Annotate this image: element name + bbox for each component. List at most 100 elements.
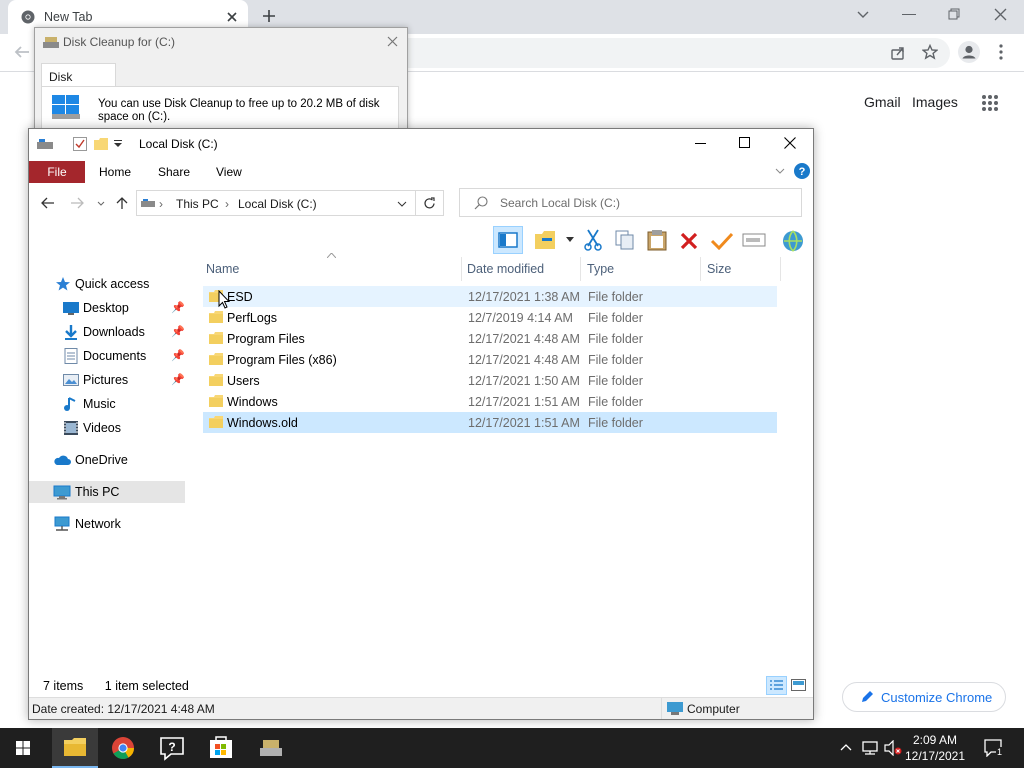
new-folder-qat-icon[interactable] bbox=[94, 137, 108, 151]
close-window-icon[interactable] bbox=[994, 8, 1007, 21]
ribbon-expand-icon[interactable] bbox=[775, 168, 785, 174]
nav-item-downloads[interactable]: Downloads 📌 bbox=[29, 321, 185, 343]
rename-check-icon[interactable] bbox=[710, 232, 734, 250]
sort-up-icon bbox=[327, 253, 336, 258]
notification-count: 1 bbox=[996, 747, 1004, 757]
nav-item-onedrive[interactable]: OneDrive bbox=[29, 449, 185, 471]
show-hidden-icons[interactable] bbox=[840, 743, 852, 751]
close-tab-icon[interactable] bbox=[226, 11, 238, 23]
file-explorer-window[interactable]: Local Disk (C:) File Home Share View ? ›… bbox=[28, 128, 814, 720]
column-header-date[interactable]: Date modified bbox=[467, 262, 544, 276]
pencil-icon bbox=[860, 690, 874, 704]
nav-back-icon[interactable] bbox=[41, 197, 55, 209]
taskbar-chrome[interactable] bbox=[100, 728, 146, 768]
nav-forward-icon[interactable] bbox=[70, 197, 84, 209]
notification-center-icon[interactable]: 1 bbox=[984, 739, 1004, 757]
taskbar-clock[interactable]: 2:09 AM 12/17/2021 bbox=[904, 732, 966, 764]
preview-pane-icon[interactable] bbox=[493, 226, 523, 254]
nav-item-videos[interactable]: Videos bbox=[29, 417, 185, 439]
column-divider[interactable] bbox=[580, 257, 581, 281]
column-divider[interactable] bbox=[700, 257, 701, 281]
table-row[interactable]: ESD 12/17/2021 1:38 AM File folder bbox=[203, 286, 777, 307]
bookmark-star-icon[interactable] bbox=[922, 44, 938, 60]
ribbon-tab-file[interactable]: File bbox=[29, 161, 85, 183]
volume-muted-icon[interactable] bbox=[884, 740, 902, 756]
nav-item-desktop[interactable]: Desktop 📌 bbox=[29, 297, 185, 319]
cut-icon[interactable] bbox=[584, 229, 602, 251]
nav-item-quick-access[interactable]: Quick access bbox=[29, 273, 185, 295]
nav-item-this-pc[interactable]: This PC bbox=[29, 481, 185, 503]
share-icon[interactable] bbox=[890, 45, 906, 61]
start-button[interactable] bbox=[0, 728, 46, 768]
ribbon-tab-view[interactable]: View bbox=[216, 165, 242, 179]
properties-icon[interactable] bbox=[534, 230, 556, 250]
customize-chrome-button[interactable]: Customize Chrome bbox=[842, 682, 1006, 712]
customize-chrome-label: Customize Chrome bbox=[881, 690, 993, 705]
large-icons-view-icon[interactable] bbox=[791, 678, 806, 692]
address-dropdown-icon[interactable] bbox=[397, 201, 407, 207]
column-header-name[interactable]: Name bbox=[206, 262, 239, 276]
copy-icon[interactable] bbox=[615, 230, 635, 250]
desktop-icon bbox=[63, 300, 79, 316]
details-view-icon[interactable] bbox=[766, 676, 787, 695]
file-date: 12/17/2021 1:51 AM bbox=[468, 395, 580, 409]
status-bar: 7 items 1 item selected bbox=[43, 679, 189, 693]
file-type: File folder bbox=[588, 311, 643, 325]
taskbar-disk-cleanup[interactable] bbox=[248, 728, 294, 768]
new-tab-icon[interactable] bbox=[262, 9, 276, 23]
delete-icon[interactable] bbox=[680, 232, 698, 250]
taskbar-store[interactable] bbox=[198, 728, 244, 768]
select-icon[interactable] bbox=[742, 232, 766, 248]
disk-cleanup-close-icon[interactable] bbox=[387, 36, 398, 47]
explorer-close-icon[interactable] bbox=[784, 137, 796, 149]
back-icon[interactable] bbox=[14, 45, 30, 59]
table-row[interactable]: Program Files 12/17/2021 4:48 AM File fold… bbox=[203, 328, 777, 349]
folder-icon bbox=[209, 311, 223, 323]
tab-search-icon[interactable] bbox=[856, 10, 870, 20]
taskbar-file-explorer[interactable] bbox=[52, 728, 98, 768]
table-row[interactable]: Windows 12/17/2021 1:51 AM File folder bbox=[203, 391, 777, 412]
properties-qat-icon[interactable] bbox=[73, 137, 87, 151]
minimize-icon[interactable] bbox=[902, 14, 916, 16]
images-link[interactable]: Images bbox=[912, 94, 958, 110]
column-divider[interactable] bbox=[461, 257, 462, 281]
file-type: File folder bbox=[588, 395, 643, 409]
profile-avatar[interactable] bbox=[958, 41, 980, 63]
column-header-size[interactable]: Size bbox=[707, 262, 731, 276]
clock-date: 12/17/2021 bbox=[904, 749, 966, 763]
chrome-menu-icon[interactable] bbox=[999, 44, 1003, 60]
nav-item-documents[interactable]: Documents 📌 bbox=[29, 345, 185, 367]
breadcrumb-this-pc[interactable]: This PC bbox=[176, 197, 219, 211]
qat-dropdown-icon[interactable] bbox=[114, 140, 122, 148]
restore-icon[interactable] bbox=[948, 8, 960, 20]
up-level-icon[interactable] bbox=[116, 196, 128, 210]
network-globe-icon[interactable] bbox=[781, 229, 805, 253]
refresh-button[interactable] bbox=[416, 190, 444, 216]
help-icon[interactable]: ? bbox=[794, 163, 810, 179]
table-row[interactable]: PerfLogs 12/7/2019 4:14 AM File folder bbox=[203, 307, 777, 328]
taskbar-help[interactable]: ? bbox=[150, 728, 196, 768]
ribbon-tab-home[interactable]: Home bbox=[99, 165, 131, 179]
paste-icon[interactable] bbox=[647, 229, 667, 251]
nav-item-pictures[interactable]: Pictures 📌 bbox=[29, 369, 185, 391]
table-row[interactable]: Users 12/17/2021 1:50 AM File folder bbox=[203, 370, 777, 391]
explorer-maximize-icon[interactable] bbox=[739, 137, 750, 148]
ribbon-tab-share[interactable]: Share bbox=[158, 165, 190, 179]
explorer-minimize-icon[interactable] bbox=[695, 143, 706, 144]
network-tray-icon[interactable] bbox=[862, 740, 878, 756]
table-row[interactable]: Windows.old 12/17/2021 1:51 AM File folder bbox=[203, 412, 777, 433]
address-bar[interactable]: › This PC › Local Disk (C:) bbox=[136, 190, 416, 216]
nav-item-network[interactable]: Network bbox=[29, 513, 185, 535]
apps-grid-icon[interactable] bbox=[981, 94, 999, 112]
breadcrumb-local-disk[interactable]: Local Disk (C:) bbox=[238, 197, 317, 211]
recent-locations-icon[interactable] bbox=[97, 201, 105, 206]
gmail-link[interactable]: Gmail bbox=[864, 94, 901, 110]
disk-cleanup-tab[interactable]: Disk Cleanup bbox=[41, 63, 116, 98]
disk-cleanup-window[interactable]: Disk Cleanup for (C:) Disk Cleanup You c… bbox=[34, 27, 408, 146]
nav-item-music[interactable]: Music bbox=[29, 393, 185, 415]
search-box[interactable]: Search Local Disk (C:) bbox=[459, 188, 802, 217]
column-divider[interactable] bbox=[780, 257, 781, 281]
toolbar-dropdown-icon[interactable] bbox=[566, 237, 574, 242]
column-header-type[interactable]: Type bbox=[587, 262, 614, 276]
table-row[interactable]: Program Files (x86) 12/17/2021 4:48 AM Fil… bbox=[203, 349, 777, 370]
